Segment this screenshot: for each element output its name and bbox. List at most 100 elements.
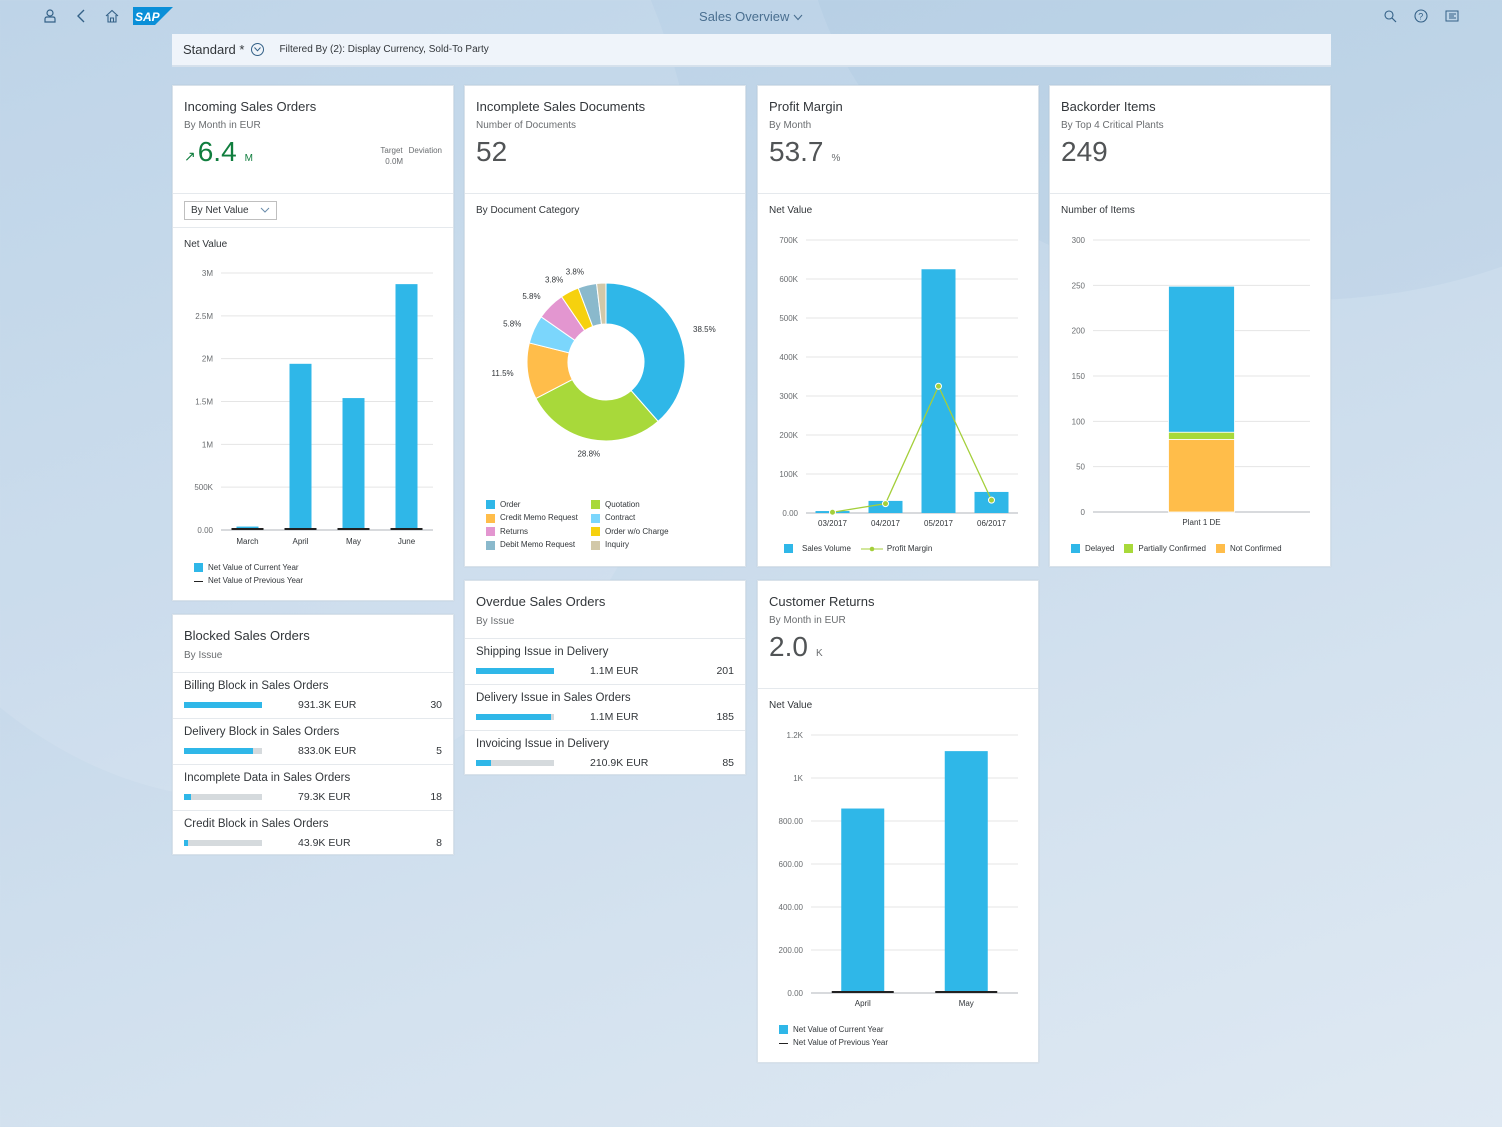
legend-swatch bbox=[1071, 544, 1080, 554]
bar-current-year[interactable] bbox=[395, 284, 418, 530]
legend-item-previous[interactable]: Net Value of Previous Year bbox=[779, 1038, 888, 1047]
list-item-title: Billing Block in Sales Orders bbox=[184, 680, 329, 692]
slice-data-label: 3.8% bbox=[566, 268, 584, 277]
variant-management[interactable]: Standard * bbox=[183, 42, 244, 57]
chart-document-category-donut[interactable]: 38.5% 28.8% 11.5% 5.8% 5.8% 3.8%3.8% bbox=[465, 261, 747, 461]
legend-item[interactable]: Delayed bbox=[1071, 544, 1114, 554]
bar-segment-not-confirmed[interactable] bbox=[1168, 439, 1235, 513]
legend-swatch bbox=[591, 500, 600, 510]
legend-item-current[interactable]: Net Value of Current Year bbox=[779, 1025, 888, 1035]
legend-item-profit-margin[interactable]: Profit Margin bbox=[860, 544, 932, 553]
bar-segment-delayed[interactable] bbox=[1168, 285, 1235, 433]
bar-current-year[interactable] bbox=[841, 808, 885, 993]
legend-label: Not Confirmed bbox=[1229, 544, 1282, 553]
notifications-icon[interactable] bbox=[1444, 8, 1460, 24]
legend-swatch bbox=[486, 527, 495, 537]
card-backorder-items: Backorder Items By Top 4 Critical Plants… bbox=[1049, 85, 1331, 567]
legend-swatch bbox=[591, 527, 600, 537]
home-icon[interactable] bbox=[104, 8, 120, 24]
card-title: Customer Returns bbox=[769, 594, 875, 609]
list-item[interactable]: Delivery Issue in Sales Orders 1.1M EUR 18… bbox=[465, 684, 745, 730]
list-item[interactable]: Shipping Issue in Delivery 1.1M EUR 201 bbox=[465, 638, 745, 684]
chart-label: Net Value bbox=[769, 700, 813, 711]
app-title: Sales Overview bbox=[699, 9, 790, 24]
target-label: Target bbox=[380, 146, 403, 155]
user-icon[interactable] bbox=[42, 8, 58, 24]
card-header[interactable]: Backorder Items By Top 4 Critical Plants… bbox=[1050, 86, 1330, 194]
view-switch-select[interactable]: By Net Value bbox=[184, 201, 277, 220]
y-tick-label: 400.00 bbox=[779, 903, 804, 912]
line-profit-margin[interactable] bbox=[832, 384, 993, 513]
chart-backorder-items[interactable]: 0 50 100 150 200 250 300 Plant 1 DE bbox=[1050, 226, 1332, 531]
card-header[interactable]: Overdue Sales Orders By Issue bbox=[465, 581, 745, 638]
chart-incoming-sales[interactable]: 0.00 500K 1M 1.5M 2M 2.5M 3M March April May June bbox=[173, 261, 455, 551]
list-item-value: 833.0K EUR bbox=[298, 745, 357, 757]
list-item[interactable]: Invoicing Issue in Delivery 210.9K EUR 85 bbox=[465, 730, 745, 776]
card-header[interactable]: Blocked Sales Orders By Issue bbox=[173, 615, 453, 672]
card-subtitle: Number of Documents bbox=[476, 120, 577, 131]
legend-swatch bbox=[194, 580, 203, 583]
progress-bar bbox=[184, 794, 262, 800]
legend-item-sales-volume[interactable]: Sales Volume bbox=[784, 544, 851, 554]
legend-item[interactable]: Not Confirmed bbox=[1215, 544, 1282, 554]
y-tick-label: 50 bbox=[1076, 463, 1085, 472]
point-profit-margin[interactable] bbox=[988, 496, 995, 504]
search-icon[interactable] bbox=[1382, 8, 1398, 24]
list-item[interactable]: Credit Block in Sales Orders 43.9K EUR 8 bbox=[173, 810, 453, 856]
card-header[interactable]: Incoming Sales Orders By Month in EUR ↗ … bbox=[173, 86, 453, 194]
list-item[interactable]: Billing Block in Sales Orders 931.3K EUR 3… bbox=[173, 672, 453, 718]
list-item[interactable]: Incomplete Data in Sales Orders 79.3K EUR… bbox=[173, 764, 453, 810]
legend-item[interactable]: Quotation bbox=[591, 500, 711, 510]
y-tick-label: 500K bbox=[779, 314, 798, 323]
progress-bar-fill bbox=[184, 794, 191, 800]
legend-item[interactable]: Order w/o Charge bbox=[591, 527, 711, 537]
legend-item[interactable]: Returns bbox=[486, 527, 591, 537]
x-tick-label: March bbox=[236, 537, 258, 546]
variant-dropdown-icon[interactable] bbox=[251, 43, 265, 56]
card-subtitle: By Top 4 Critical Plants bbox=[1061, 120, 1164, 131]
sap-logo[interactable]: SAP bbox=[133, 7, 173, 25]
legend-item[interactable]: Inquiry bbox=[591, 540, 711, 550]
app-title-button[interactable]: Sales Overview bbox=[699, 9, 803, 24]
bar-current-year[interactable] bbox=[944, 751, 988, 993]
bar-current-year[interactable] bbox=[289, 363, 312, 530]
y-tick-label: 100 bbox=[1072, 417, 1086, 426]
point-profit-margin[interactable] bbox=[935, 382, 942, 390]
progress-bar-fill bbox=[476, 760, 491, 766]
help-icon[interactable]: ? bbox=[1413, 8, 1429, 24]
list-item-count: 5 bbox=[436, 745, 442, 757]
bar-segment-partially-confirmed[interactable] bbox=[1168, 431, 1235, 440]
card-incoming-sales-orders: Incoming Sales Orders By Month in EUR ↗ … bbox=[172, 85, 454, 601]
slice-data-label: 3.8% bbox=[545, 275, 563, 284]
progress-bar bbox=[476, 668, 554, 674]
point-profit-margin[interactable] bbox=[882, 500, 889, 508]
kpi: 249 bbox=[1061, 137, 1319, 167]
trend-up-icon: ↗ bbox=[184, 148, 196, 164]
x-tick-label: 03/2017 bbox=[818, 519, 847, 528]
list-item-title: Shipping Issue in Delivery bbox=[476, 646, 609, 658]
chart-customer-returns[interactable]: 0.00 200.00 400.00 600.00 800.00 1K 1.2K April M… bbox=[758, 721, 1040, 1016]
point-profit-margin[interactable] bbox=[829, 508, 836, 516]
filtered-by-text[interactable]: Filtered By (2): Display Currency, Sold-… bbox=[279, 44, 488, 55]
y-tick-label: 3M bbox=[202, 269, 213, 278]
back-icon[interactable] bbox=[73, 8, 89, 24]
y-tick-label: 300K bbox=[779, 392, 798, 401]
legend-item[interactable]: Credit Memo Request bbox=[486, 513, 591, 523]
bar-sales-volume[interactable] bbox=[921, 269, 956, 513]
list-item[interactable]: Delivery Block in Sales Orders 833.0K EUR… bbox=[173, 718, 453, 764]
card-header[interactable]: Incomplete Sales Documents Number of Doc… bbox=[465, 86, 745, 194]
legend-item[interactable]: Partially Confirmed bbox=[1124, 544, 1206, 554]
x-tick-label: May bbox=[959, 999, 974, 1008]
legend-item[interactable]: Order bbox=[486, 500, 591, 510]
card-header[interactable]: Customer Returns By Month in EUR 2.0 K bbox=[758, 581, 1038, 689]
legend-item[interactable]: Contract bbox=[591, 513, 711, 523]
bar-current-year[interactable] bbox=[342, 398, 365, 530]
kpi-value: 53.7 bbox=[769, 136, 824, 167]
legend-item[interactable]: Debit Memo Request bbox=[486, 540, 591, 550]
y-tick-label: 0.00 bbox=[197, 526, 213, 535]
legend-swatch bbox=[779, 1042, 788, 1045]
card-header[interactable]: Profit Margin By Month 53.7 % bbox=[758, 86, 1038, 194]
legend-item-previous[interactable]: Net Value of Previous Year bbox=[194, 576, 303, 585]
chart-profit-margin[interactable]: 0.00 100K 200K 300K 400K 500K 600K 700K 03/2017 0… bbox=[758, 226, 1040, 531]
legend-item-current[interactable]: Net Value of Current Year bbox=[194, 563, 303, 573]
